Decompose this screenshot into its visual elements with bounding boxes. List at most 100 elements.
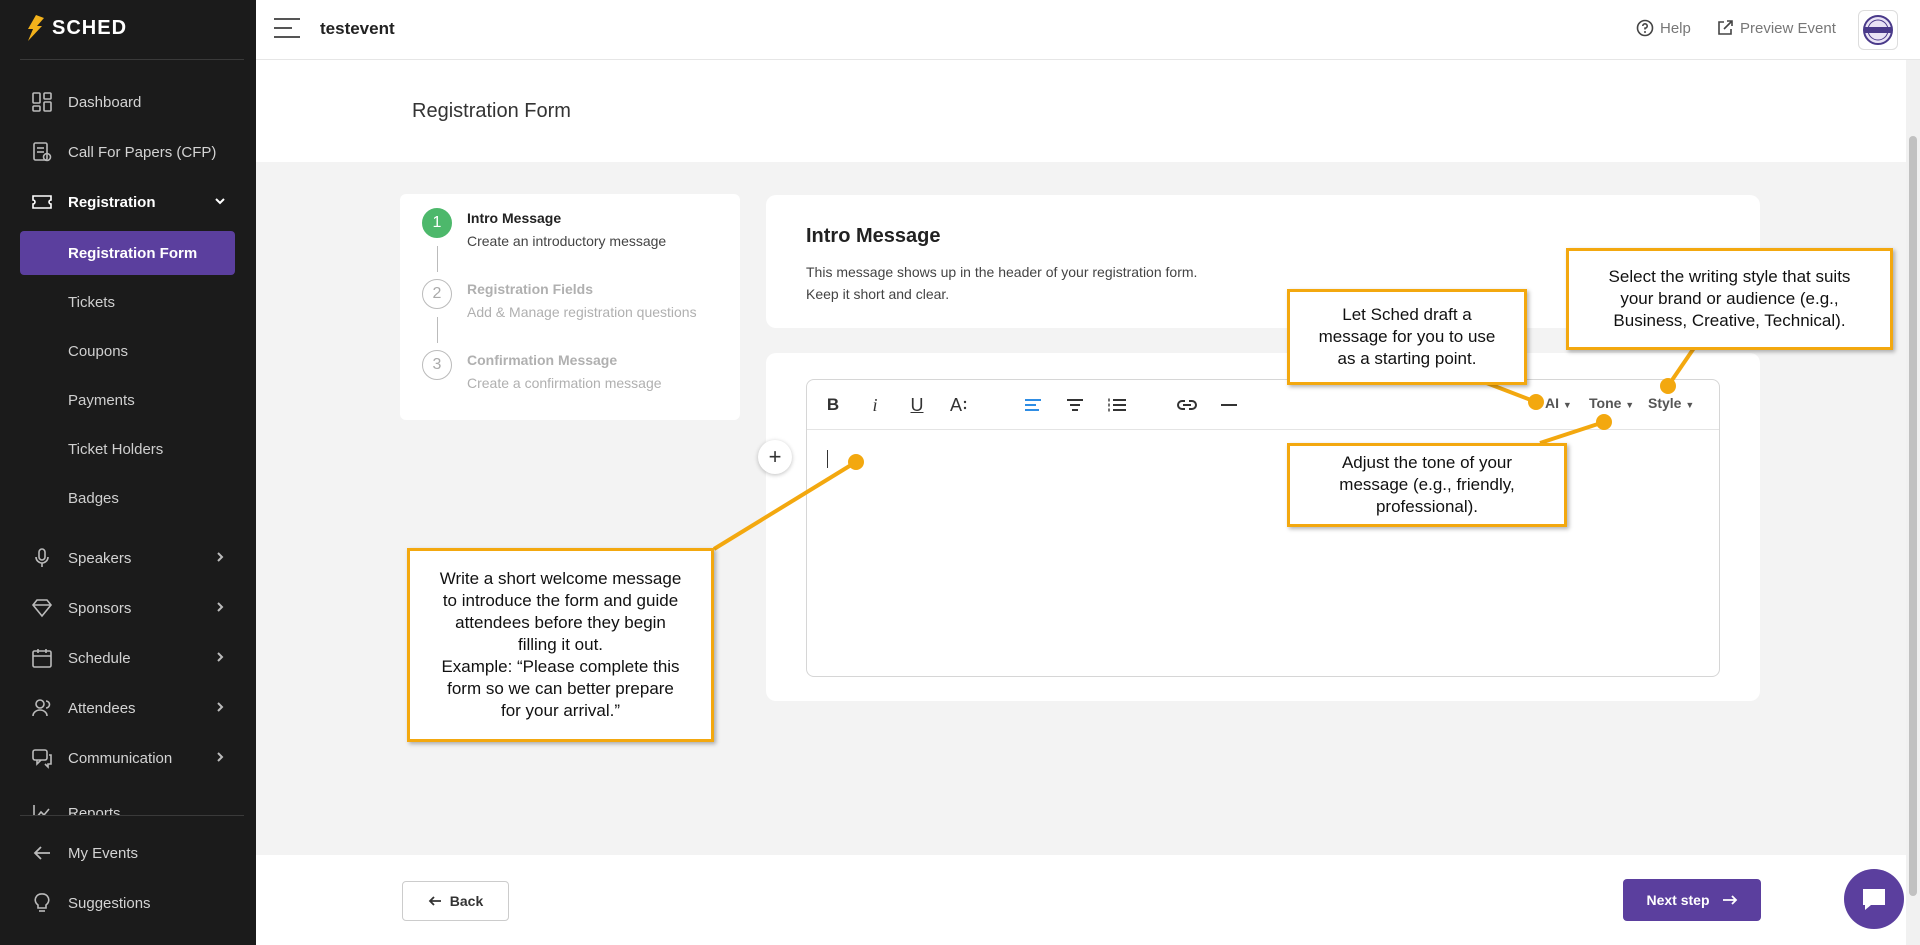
sidebar-item-label: Communication <box>68 749 173 767</box>
sched-logo[interactable]: SCHED <box>24 14 127 42</box>
steps-card: 1 Intro Message Create an introductory m… <box>400 194 740 420</box>
vertical-scrollbar[interactable] <box>1906 60 1920 945</box>
callout-line: form so we can better prepare <box>447 679 674 698</box>
lightbulb-icon <box>30 891 54 915</box>
rich-text-editor[interactable]: B i U A AI ▼ Tone ▼ Style ▼ <box>806 379 1720 677</box>
step-number: 3 <box>422 350 452 380</box>
sidebar-item-sponsors[interactable]: Sponsors <box>20 586 235 630</box>
sidebar-item-label: My Events <box>68 844 139 862</box>
style-dropdown[interactable]: Style ▼ <box>1648 395 1694 411</box>
help-label: Help <box>1660 19 1691 37</box>
sidebar-item-schedule[interactable]: Schedule <box>20 636 235 680</box>
callout-line: message for you to use <box>1318 327 1496 346</box>
sidebar-subitem-coupons[interactable]: Coupons <box>20 329 235 373</box>
step-number: 2 <box>422 279 452 309</box>
microphone-icon <box>30 546 54 570</box>
tone-dropdown-label: Tone <box>1589 395 1622 411</box>
horizontal-rule-button[interactable] <box>1215 391 1243 419</box>
callout-line: your brand or audience (e.g., <box>1620 289 1839 308</box>
bold-button[interactable]: B <box>819 391 847 419</box>
font-size-button[interactable]: A <box>945 391 973 419</box>
scrollbar-thumb[interactable] <box>1909 136 1917 896</box>
sidebar-item-attendees[interactable]: Attendees <box>20 686 235 730</box>
sidebar-subitem-ticket-holders[interactable]: Ticket Holders <box>20 427 235 471</box>
calendar-icon <box>30 646 54 670</box>
sidebar-item-speakers[interactable]: Speakers <box>20 536 235 580</box>
callout-line: message (e.g., friendly, <box>1339 475 1515 494</box>
step-title: Confirmation Message <box>467 352 618 368</box>
diamond-icon <box>30 596 54 620</box>
users-icon <box>30 696 54 720</box>
sidebar-item-label: Attendees <box>68 699 136 717</box>
sidebar-subitem-badges[interactable]: Badges <box>20 476 235 520</box>
step-connector <box>437 246 438 272</box>
next-step-button[interactable]: Next step <box>1623 879 1761 921</box>
sidebar-item-label: Speakers <box>68 549 132 567</box>
text-size-icon <box>963 400 967 410</box>
callout-tone: Adjust the tone of your message (e.g., f… <box>1287 443 1567 527</box>
sidebar-item-label: Schedule <box>68 649 131 667</box>
event-name: testevent <box>320 19 395 38</box>
chevron-down-icon <box>215 198 225 205</box>
footer-bar: Back Next step <box>256 855 1920 945</box>
ai-dropdown-label: AI <box>1545 395 1559 411</box>
link-button[interactable] <box>1173 391 1201 419</box>
callout-welcome: Write a short welcome message to introdu… <box>407 548 714 742</box>
sidebar-item-label: Call For Papers (CFP) <box>68 143 217 161</box>
cfp-icon <box>30 140 54 164</box>
callout-line: Let Sched draft a <box>1342 305 1472 324</box>
sidebar-item-registration[interactable]: Registration <box>20 180 235 224</box>
preview-event-link[interactable]: Preview Event <box>1716 19 1836 37</box>
chevron-right-icon <box>217 752 224 762</box>
editor-toolbar: B i U A AI ▼ Tone ▼ Style ▼ <box>807 380 1719 430</box>
align-left-button[interactable] <box>1019 391 1047 419</box>
sidebar-item-communication[interactable]: Communication <box>20 736 235 780</box>
callout-line: Select the writing style that suits <box>1608 267 1851 286</box>
callout-style: Select the writing style that suits your… <box>1566 248 1893 350</box>
callout-ai: Let Sched draft a message for you to use… <box>1287 289 1527 385</box>
text-cursor <box>827 450 828 468</box>
underline-button[interactable]: U <box>903 391 931 419</box>
sidebar-item-dashboard[interactable]: Dashboard <box>20 80 235 124</box>
numbered-list-button[interactable] <box>1103 391 1131 419</box>
numbered-list-icon <box>1108 398 1126 412</box>
caret-down-icon: ▼ <box>1625 400 1635 410</box>
sidebar-subitem-registration-form[interactable]: Registration Form <box>20 231 235 275</box>
ai-dropdown[interactable]: AI ▼ <box>1545 395 1572 411</box>
caret-down-icon: ▼ <box>1685 400 1695 410</box>
chat-support-button[interactable] <box>1844 869 1904 929</box>
avatar[interactable] <box>1858 10 1898 50</box>
back-button[interactable]: Back <box>402 881 509 921</box>
step-subtitle: Create an introductory message <box>467 233 667 249</box>
style-dropdown-label: Style <box>1648 395 1682 411</box>
italic-button[interactable]: i <box>861 391 889 419</box>
chart-icon <box>30 801 54 815</box>
font-size-label: A <box>949 394 962 415</box>
callout-line: for your arrival.” <box>500 701 621 720</box>
align-center-button[interactable] <box>1061 391 1089 419</box>
align-left-icon <box>1025 399 1041 411</box>
help-link[interactable]: Help <box>1636 19 1691 37</box>
sidebar-item-label: Suggestions <box>68 894 151 912</box>
back-label: Back <box>449 893 484 909</box>
tone-dropdown[interactable]: Tone ▼ <box>1589 395 1634 411</box>
step-title: Registration Fields <box>467 281 594 297</box>
callout-line: Business, Creative, Technical). <box>1613 311 1846 330</box>
sidebar-item-cfp[interactable]: Call For Papers (CFP) <box>20 130 235 174</box>
dashboard-icon <box>30 90 54 114</box>
sidebar-item-suggestions[interactable]: Suggestions <box>20 881 235 925</box>
intro-description-line: Keep it short and clear. <box>806 286 950 302</box>
callout-line: attendees before they begin <box>455 613 666 632</box>
step-connector <box>437 317 438 343</box>
sidebar-subitem-payments[interactable]: Payments <box>20 378 235 422</box>
horizontal-rule-icon <box>1221 404 1237 406</box>
sidebar-subitem-tickets[interactable]: Tickets <box>20 280 235 324</box>
sidebar-item-label: Dashboard <box>68 93 142 111</box>
sidebar-divider <box>20 815 244 816</box>
add-block-button[interactable]: + <box>758 440 792 474</box>
sidebar-item-my-events[interactable]: My Events <box>20 831 235 875</box>
menu-toggle-icon[interactable] <box>274 18 300 40</box>
next-step-label: Next step <box>1646 892 1710 908</box>
sidebar-item-reports[interactable]: Reports <box>20 795 235 815</box>
sidebar: SCHED Dashboard Call For Papers (CFP) Re… <box>0 0 256 945</box>
